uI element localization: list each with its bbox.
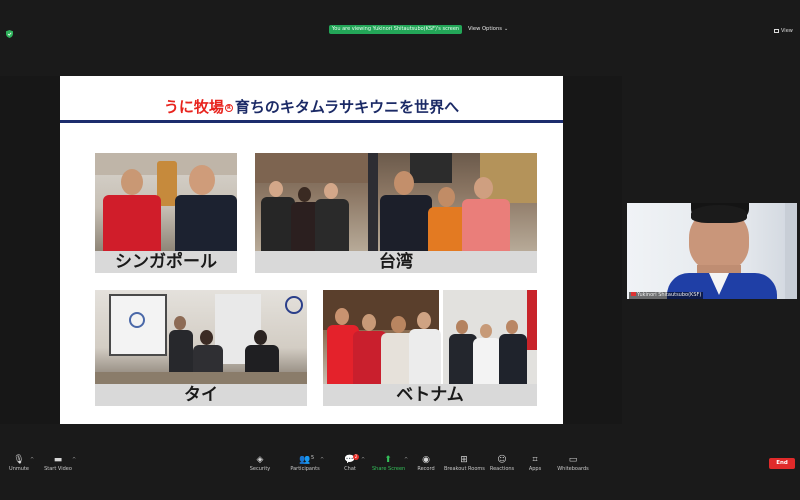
start-video-label: Start Video: [44, 466, 72, 472]
photo-thailand: [95, 290, 307, 386]
record-icon: ◉: [422, 455, 430, 465]
breakout-rooms-icon: ⊞: [460, 455, 468, 465]
mic-muted-icon: [631, 292, 636, 296]
slide-title: うに牧場 R 育ちのキタムラサキウニを世界へ: [60, 96, 563, 117]
share-screen-label: Share Screen: [372, 466, 406, 472]
breakout-rooms-button[interactable]: ⊞ Breakout Rooms: [444, 455, 485, 475]
apps-icon: ⌗: [532, 455, 538, 465]
unmute-button[interactable]: 🎙 Unmute: [6, 455, 32, 475]
registered-mark-icon: R: [224, 104, 233, 112]
whiteboards-label: Whiteboards: [557, 466, 589, 472]
participant-name-text: Yukinori Shitautsubo(KSF): [637, 292, 702, 298]
reactions-label: Reactions: [489, 466, 515, 472]
participants-label: Participants: [290, 466, 320, 472]
apps-button[interactable]: ⌗ Apps: [526, 455, 544, 475]
apps-label: Apps: [528, 466, 542, 472]
share-screen-button[interactable]: ⬆ Share Screen: [372, 455, 406, 475]
chat-label: Chat: [344, 466, 356, 472]
zoom-meeting-window: You are viewing Yukinori Shitautsubo(KSF…: [0, 0, 800, 500]
participants-button[interactable]: 👥 Participants: [288, 455, 322, 475]
encryption-shield-icon[interactable]: [6, 30, 13, 38]
breakout-rooms-label: Breakout Rooms: [444, 466, 485, 472]
participant-name-label: Yukinori Shitautsubo(KSF): [629, 292, 704, 299]
caption-singapore: シンガポール: [95, 251, 237, 273]
presentation-slide: うに牧場 R 育ちのキタムラサキウニを世界へ シンガポール 台湾 タイ ベトナム: [60, 76, 563, 424]
view-mode-label: View: [781, 28, 793, 34]
mic-muted-icon: 🎙: [13, 455, 25, 465]
record-button[interactable]: ◉ Record: [416, 455, 436, 475]
caption-vietnam: ベトナム: [323, 384, 537, 406]
whiteboards-button[interactable]: ▭ Whiteboards: [557, 455, 589, 475]
security-label: Security: [249, 466, 271, 472]
share-screen-icon: ⬆: [384, 455, 392, 465]
start-video-button[interactable]: ▬ Start Video: [42, 455, 74, 475]
participant-video-tile[interactable]: [627, 203, 797, 299]
record-label: Record: [417, 466, 435, 472]
chevron-down-icon: ⌄: [503, 26, 509, 32]
participants-options-chevron-icon[interactable]: ^: [320, 457, 324, 463]
people-icon: 👥: [299, 455, 311, 465]
viewing-screen-banner: You are viewing Yukinori Shitautsubo(KSF…: [329, 25, 462, 34]
view-options-label: View Options: [468, 26, 502, 32]
caption-thailand: タイ: [95, 384, 307, 406]
end-meeting-button[interactable]: End: [769, 458, 795, 469]
chat-unread-badge: 2: [353, 454, 359, 460]
photo-singapore: [95, 153, 237, 251]
video-off-icon: ▬: [53, 455, 63, 465]
reactions-button[interactable]: ☺ Reactions: [489, 455, 515, 475]
chat-options-chevron-icon[interactable]: ^: [361, 457, 365, 463]
grid-view-icon: [774, 28, 779, 33]
photo-vietnam: [323, 290, 537, 386]
shield-icon: ◈: [256, 455, 264, 465]
share-options-chevron-icon[interactable]: ^: [404, 457, 408, 463]
slide-title-brand: うに牧場: [163, 98, 224, 116]
view-mode-button[interactable]: View: [774, 28, 793, 34]
reactions-icon: ☺: [497, 455, 507, 465]
view-options-button[interactable]: View Options ⌄: [468, 25, 508, 34]
unmute-label: Unmute: [9, 466, 29, 472]
security-button[interactable]: ◈ Security: [246, 455, 274, 475]
photo-taiwan: [255, 153, 537, 251]
audio-options-chevron-icon[interactable]: ^: [30, 457, 34, 463]
caption-taiwan: 台湾: [255, 251, 537, 273]
video-options-chevron-icon[interactable]: ^: [72, 457, 76, 463]
slide-title-text: 育ちのキタムラサキウニを世界へ: [234, 98, 460, 116]
shared-screen: うに牧場 R 育ちのキタムラサキウニを世界へ シンガポール 台湾 タイ ベトナム: [0, 76, 622, 424]
participant-count: 5: [311, 455, 315, 461]
slide-title-divider: [60, 120, 563, 123]
whiteboard-icon: ▭: [568, 455, 578, 465]
